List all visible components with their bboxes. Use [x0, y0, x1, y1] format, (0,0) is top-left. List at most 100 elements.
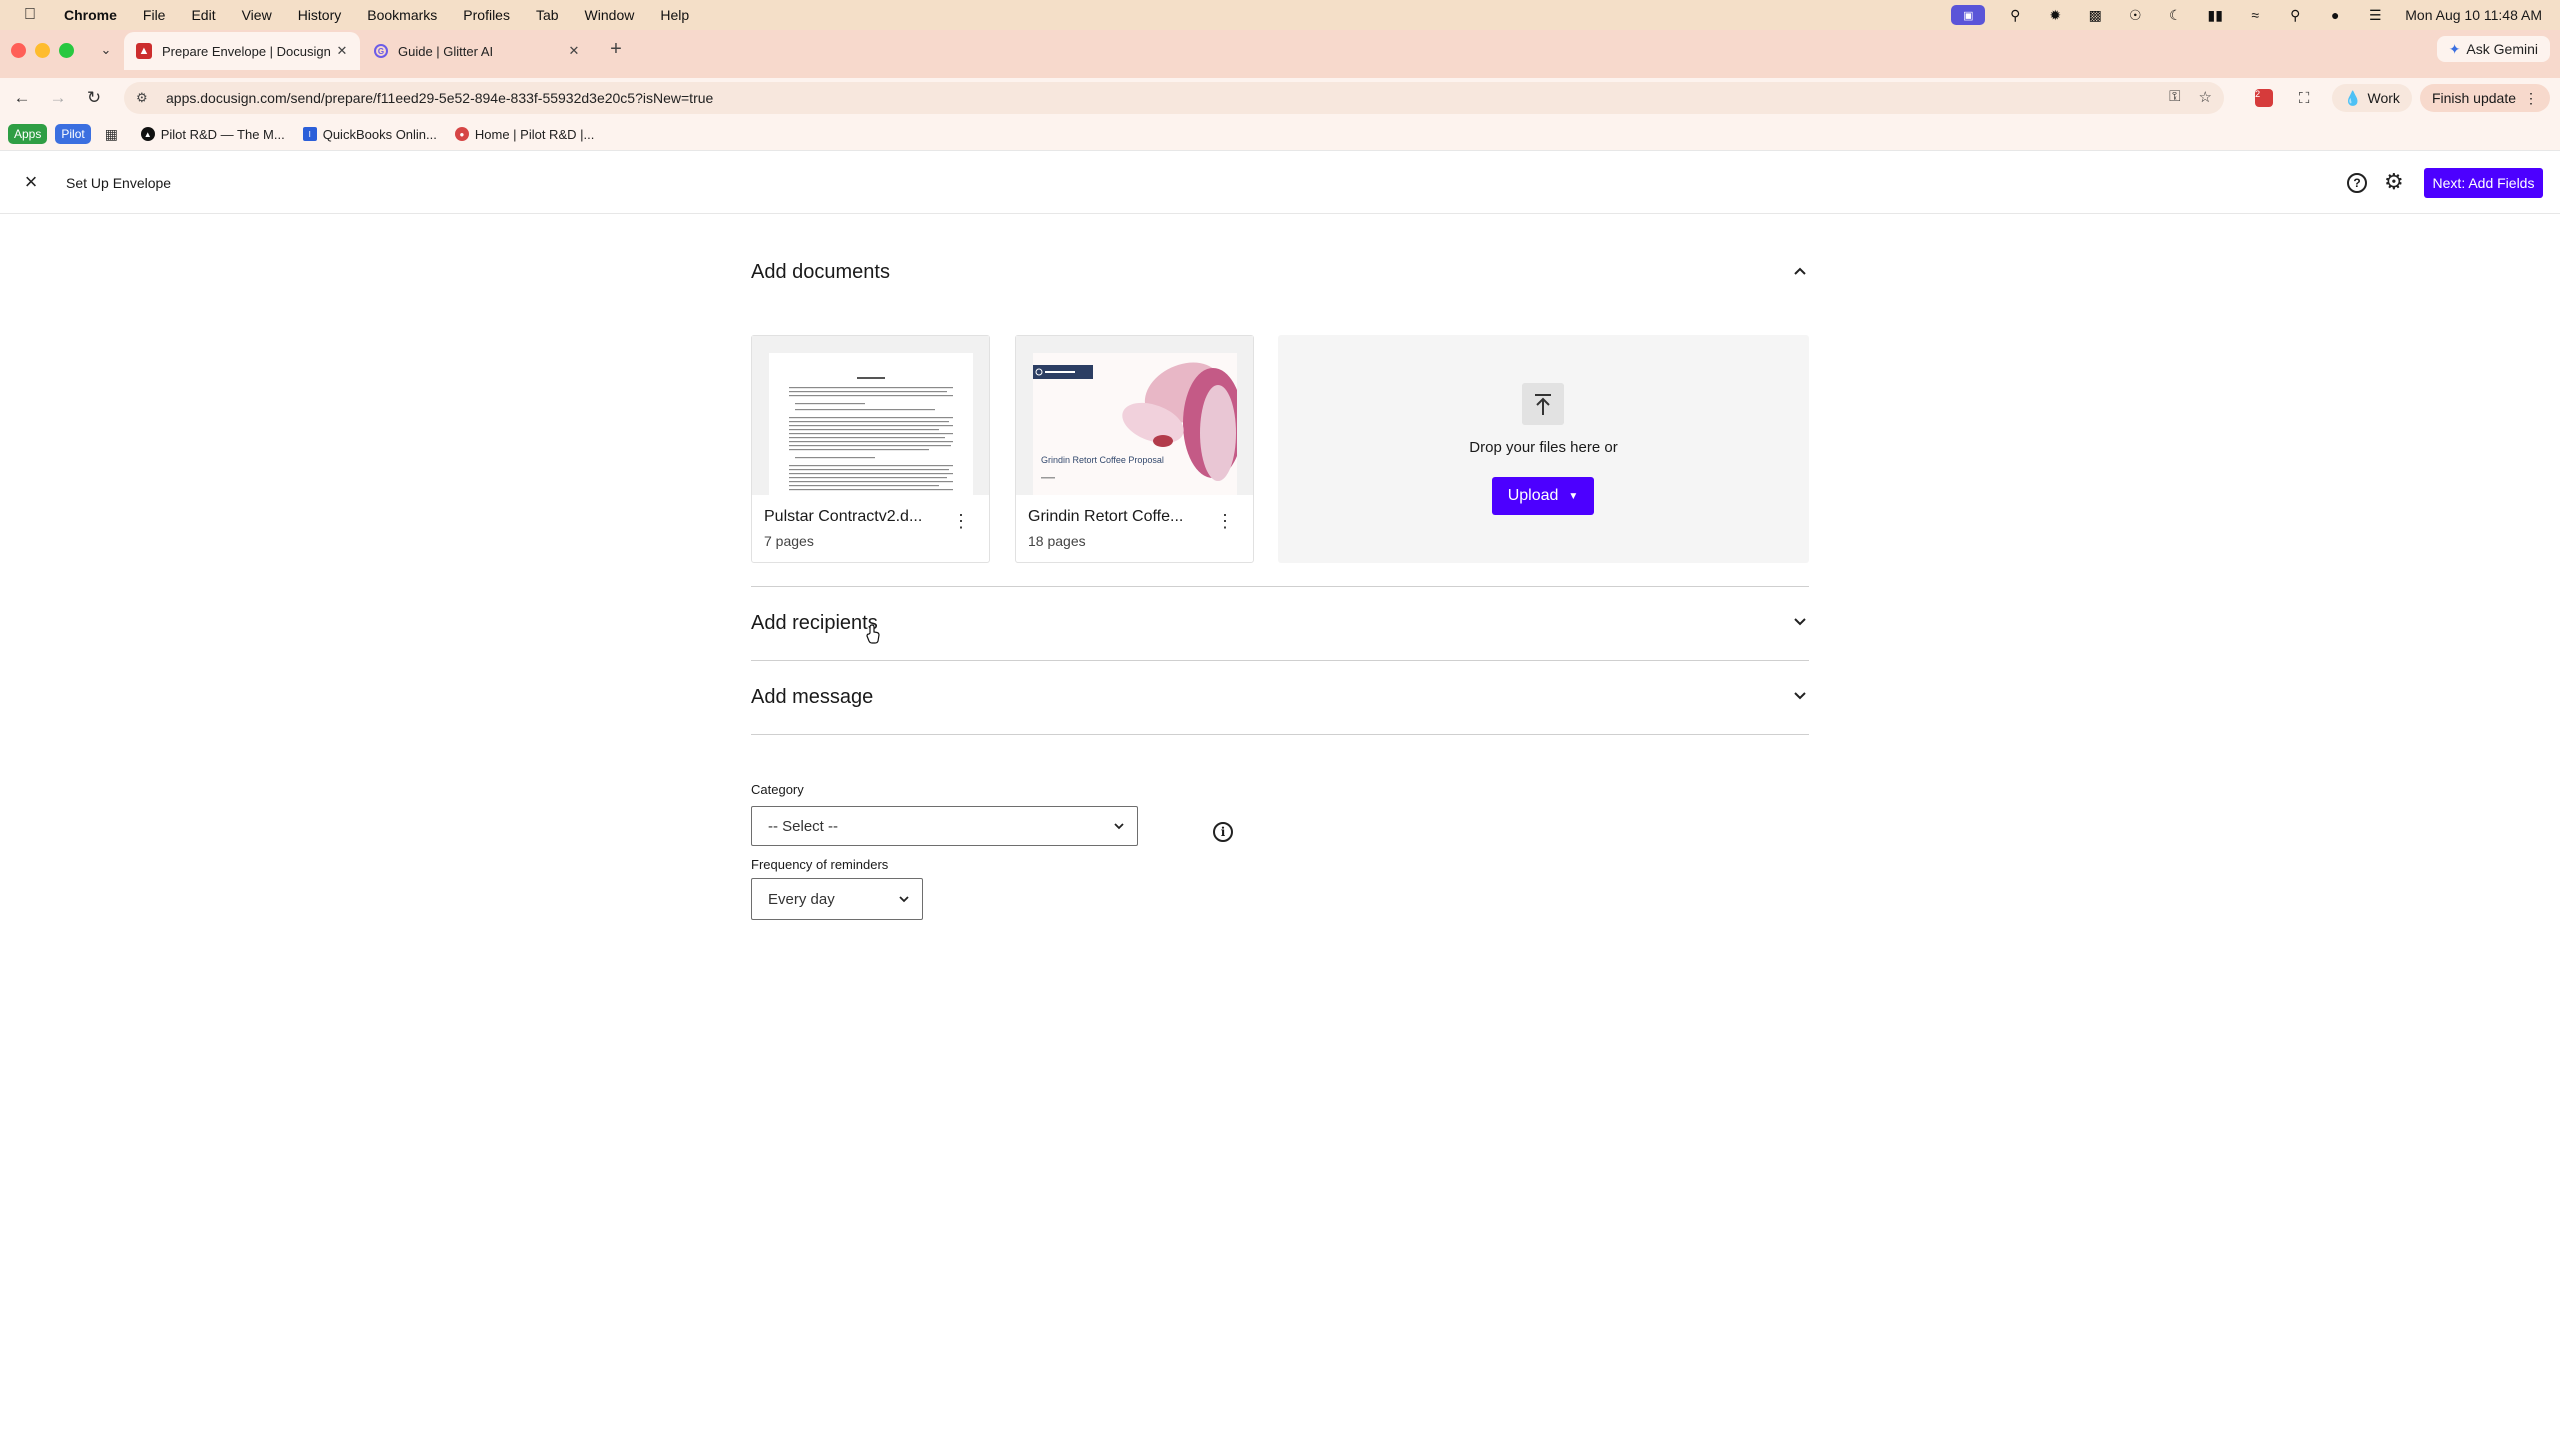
caret-down-icon: ▼	[1568, 490, 1579, 502]
dropzone-text: Drop your files here or	[1469, 439, 1618, 456]
more-vertical-icon[interactable]: ⋮	[952, 512, 970, 530]
add-documents-heading[interactable]: Add documents	[751, 261, 890, 284]
quickbooks-favicon-icon: I	[302, 127, 317, 141]
extensions-puzzle-icon[interactable]: ⛶	[2292, 86, 2316, 110]
tab-docusign[interactable]: ▲ Prepare Envelope | Docusign ✕	[124, 32, 360, 70]
docusign-icon: ▲	[136, 43, 152, 59]
bookmark-pilot-rd[interactable]: ▲ Pilot R&D — The M...	[140, 127, 285, 142]
siri-icon[interactable]: ●	[2325, 7, 2345, 23]
chevron-down-icon[interactable]	[1792, 688, 1808, 704]
window-minimize-button[interactable]	[35, 43, 50, 58]
envelope-header: × Set Up Envelope ? ⚙ Next: Add Fields	[0, 150, 2560, 214]
battery-icon[interactable]: ▮▮	[2205, 7, 2225, 23]
close-icon[interactable]: ×	[20, 171, 42, 193]
chevron-up-icon[interactable]	[1792, 263, 1808, 279]
bookmark-apps[interactable]: Apps	[8, 124, 48, 144]
extension-badge-icon[interactable]: 2	[2252, 86, 2276, 110]
clock[interactable]: Mon Aug 10 11:48 AM	[2405, 7, 2542, 23]
document-card[interactable]: Grindin Retort Coffee Proposal Grindin R…	[1015, 335, 1254, 563]
gear-icon[interactable]: ⚙	[2384, 169, 2404, 195]
back-arrow-icon[interactable]: ←	[10, 86, 34, 110]
finish-update-button[interactable]: Finish update ⋮	[2419, 84, 2550, 112]
menu-profiles[interactable]: Profiles	[463, 7, 510, 23]
toolbar-right: 2 ⛶ 💧 Work Finish update ⋮	[2252, 78, 2560, 118]
screen-record-icon[interactable]: ▣	[1951, 5, 1986, 25]
bookmark-quickbooks[interactable]: I QuickBooks Onlin...	[302, 126, 437, 142]
apps-grid-icon[interactable]: ▦	[105, 126, 125, 143]
site-settings-icon[interactable]: ⚙	[136, 90, 154, 106]
bookmark-label: QuickBooks Onlin...	[322, 126, 437, 142]
bookmark-star-icon[interactable]: ☆	[2199, 88, 2212, 106]
ask-gemini-button[interactable]: ✦ Ask Gemini	[2436, 36, 2550, 62]
ask-gemini-label: Ask Gemini	[2466, 41, 2538, 57]
document-name: Grindin Retort Coffe...	[1028, 508, 1184, 525]
help-icon[interactable]: ?	[2347, 173, 2367, 193]
glitter-icon: G	[374, 44, 388, 58]
category-select[interactable]: -- Select --	[751, 806, 1138, 846]
url-text[interactable]: apps.docusign.com/send/prepare/f11eed29-…	[166, 90, 713, 106]
add-message-heading[interactable]: Add message	[751, 686, 873, 709]
thumb-caption: Grindin Retort Coffee Proposal	[1041, 455, 1164, 465]
chevron-down-icon[interactable]	[1792, 614, 1808, 630]
new-tab-button[interactable]: +	[604, 38, 628, 61]
menu-app-name[interactable]: Chrome	[64, 7, 117, 23]
upload-arrow-icon	[1522, 383, 1564, 425]
control-center-icon[interactable]: ☰	[2365, 7, 2385, 23]
spotlight-search-icon[interactable]: ⚲	[2285, 7, 2305, 23]
bookmarks-bar: Apps Pilot ▦ ▲ Pilot R&D — The M... I Qu…	[0, 118, 2560, 150]
menu-help[interactable]: Help	[660, 7, 689, 23]
menu-window[interactable]: Window	[585, 7, 635, 23]
bookmark-pilot[interactable]: Pilot	[55, 124, 91, 144]
proposal-cover-preview: Grindin Retort Coffee Proposal	[1033, 353, 1237, 495]
menu-tab[interactable]: Tab	[536, 7, 559, 23]
document-thumbnail: Grindin Retort Coffee Proposal	[1016, 336, 1253, 495]
menu-view[interactable]: View	[242, 7, 272, 23]
window-maximize-button[interactable]	[59, 43, 74, 58]
focus-moon-icon[interactable]: ☾	[2165, 7, 2185, 23]
file-dropzone[interactable]: Drop your files here or Upload ▼	[1278, 335, 1809, 563]
search-status-icon[interactable]: ⚲	[2005, 7, 2025, 23]
menu-history[interactable]: History	[298, 7, 342, 23]
tab-title: Prepare Envelope | Docusign	[162, 43, 331, 59]
tab-search-chevron-icon[interactable]: ⌄	[94, 38, 118, 62]
reminders-select[interactable]: Every day	[751, 878, 923, 920]
finish-update-label: Finish update	[2431, 90, 2516, 106]
close-tab-icon[interactable]: ✕	[564, 43, 584, 59]
tab-glitter[interactable]: G Guide | Glitter AI ✕	[366, 32, 592, 70]
document-name: Pulstar Contractv2.d...	[764, 508, 923, 525]
document-card[interactable]: Pulstar Contractv2.d... 7 pages ⋮	[751, 335, 990, 563]
password-key-icon[interactable]: ⚿	[2169, 88, 2180, 106]
next-add-fields-button[interactable]: Next: Add Fields	[2424, 168, 2543, 198]
document-thumbnail	[752, 336, 989, 495]
document-page-count: 18 pages	[1028, 533, 1086, 549]
home-favicon-icon: ●	[454, 127, 469, 141]
add-recipients-heading[interactable]: Add recipients	[751, 612, 878, 635]
menubar-status-area: ▣ ⚲ ✹ ▩ ☉ ☾ ▮▮ ≈ ⚲ ● ☰ Mon Aug 10 11:48 …	[1951, 0, 2542, 30]
forward-arrow-icon[interactable]: →	[46, 86, 70, 110]
more-vertical-icon[interactable]: ⋮	[1216, 512, 1234, 530]
address-bar[interactable]: ⚙ apps.docusign.com/send/prepare/f11eed2…	[124, 82, 2224, 114]
more-vertical-icon: ⋮	[2524, 89, 2538, 106]
window-controls	[11, 43, 74, 58]
menu-edit[interactable]: Edit	[191, 7, 215, 23]
brightness-icon[interactable]: ✹	[2045, 7, 2065, 23]
bookmark-home-pilot[interactable]: ● Home | Pilot R&D |...	[454, 127, 594, 142]
sync-status-icon[interactable]: ☉	[2125, 7, 2145, 23]
window-close-button[interactable]	[11, 43, 26, 58]
wifi-icon[interactable]: ≈	[2245, 7, 2265, 23]
menu-bookmarks[interactable]: Bookmarks	[367, 7, 437, 23]
chevron-down-icon	[899, 896, 909, 903]
upload-button[interactable]: Upload ▼	[1492, 477, 1594, 515]
section-divider	[751, 734, 1809, 735]
extension-status-icon[interactable]: ▩	[2085, 7, 2105, 23]
apple-icon[interactable]: 	[20, 6, 40, 24]
reload-icon[interactable]: ↻	[82, 86, 106, 110]
gemini-sparkle-icon: ✦	[2448, 40, 2461, 57]
close-tab-icon[interactable]: ✕	[332, 43, 352, 59]
pilot-favicon-icon: ▲	[140, 127, 155, 141]
info-icon[interactable]: i	[1213, 822, 1233, 842]
macos-menubar:  Chrome File Edit View History Bookmark…	[0, 0, 2560, 30]
profile-button[interactable]: 💧 Work	[2332, 84, 2412, 112]
menu-file[interactable]: File	[143, 7, 166, 23]
tab-title: Guide | Glitter AI	[398, 43, 494, 59]
